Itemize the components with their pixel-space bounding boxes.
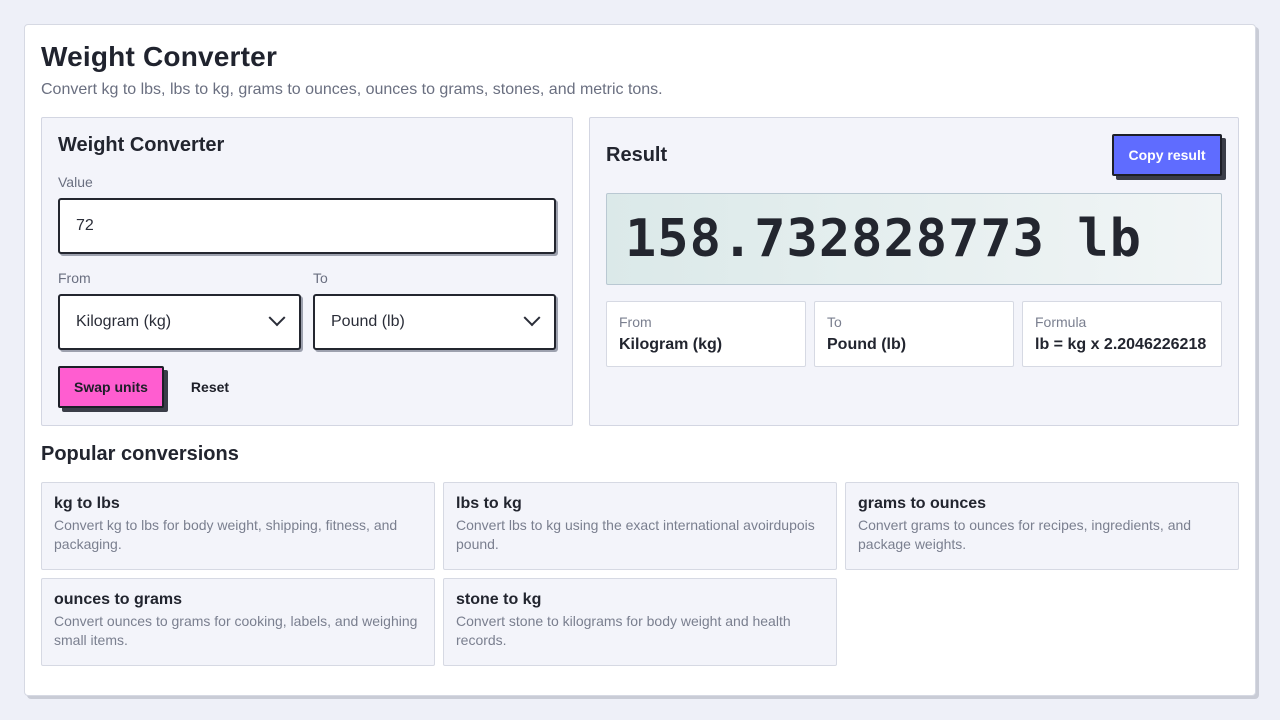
value-label: Value xyxy=(58,174,93,190)
popular-item-desc: Convert grams to ounces for recipes, ing… xyxy=(858,517,1192,552)
popular-item-grams-to-ounces[interactable]: grams to ounces Convert grams to ounces … xyxy=(845,482,1239,570)
converter-title: Weight Converter xyxy=(58,134,225,156)
result-to-label: To xyxy=(827,314,842,330)
converter-panel: Weight Converter Value 72 From Kilogram … xyxy=(41,117,573,426)
popular-item-ounces-to-grams[interactable]: ounces to grams Convert ounces to grams … xyxy=(41,578,435,666)
popular-item-title: lbs to kg xyxy=(456,495,522,512)
popular-item-kg-to-lbs[interactable]: kg to lbs Convert kg to lbs for body wei… xyxy=(41,482,435,570)
result-panel: Result Copy result 158.732828773 lb From… xyxy=(589,117,1239,426)
to-label: To xyxy=(313,270,328,286)
from-label: From xyxy=(58,270,91,286)
result-from-value: Kilogram (kg) xyxy=(619,336,723,353)
page-title: Weight Converter xyxy=(41,41,278,72)
popular-conversions-heading: Popular conversions xyxy=(41,443,239,465)
weight-converter-card: Weight Converter Convert kg to lbs, lbs … xyxy=(24,24,1256,696)
swap-units-button[interactable]: Swap units xyxy=(58,366,164,408)
value-input-text: 72 xyxy=(76,217,94,234)
popular-item-desc: Convert ounces to grams for cooking, lab… xyxy=(54,613,418,648)
chevron-down-icon xyxy=(268,309,286,327)
from-unit-select[interactable]: Kilogram (kg) xyxy=(58,294,301,350)
result-formula-value: lb = kg x 2.2046226218 xyxy=(1035,336,1207,353)
chevron-down-icon xyxy=(523,309,541,327)
result-title: Result xyxy=(606,144,668,166)
result-display: 158.732828773 lb xyxy=(606,193,1222,285)
result-to-box: To Pound (lb) xyxy=(814,301,1014,367)
popular-item-desc: Convert lbs to kg using the exact intern… xyxy=(456,517,815,552)
popular-item-title: kg to lbs xyxy=(54,495,120,512)
to-unit-value: Pound (lb) xyxy=(331,313,405,330)
popular-item-title: stone to kg xyxy=(456,591,542,608)
from-unit-value: Kilogram (kg) xyxy=(76,313,172,330)
to-unit-select[interactable]: Pound (lb) xyxy=(313,294,556,350)
popular-item-lbs-to-kg[interactable]: lbs to kg Convert lbs to kg using the ex… xyxy=(443,482,837,570)
result-value: 158.732828773 lb xyxy=(625,209,1142,269)
popular-item-title: ounces to grams xyxy=(54,591,183,608)
copy-result-button[interactable]: Copy result xyxy=(1112,134,1222,176)
reset-button[interactable]: Reset xyxy=(176,366,244,408)
result-formula-label: Formula xyxy=(1035,314,1087,330)
popular-item-title: grams to ounces xyxy=(858,495,987,512)
popular-item-desc: Convert stone to kilograms for body weig… xyxy=(456,613,791,648)
popular-item-stone-to-kg[interactable]: stone to kg Convert stone to kilograms f… xyxy=(443,578,837,666)
result-from-label: From xyxy=(619,314,652,330)
value-input[interactable]: 72 xyxy=(58,198,556,254)
result-from-box: From Kilogram (kg) xyxy=(606,301,806,367)
popular-item-desc: Convert kg to lbs for body weight, shipp… xyxy=(54,517,398,552)
result-formula-box: Formula lb = kg x 2.2046226218 xyxy=(1022,301,1222,367)
page-subtitle: Convert kg to lbs, lbs to kg, grams to o… xyxy=(41,81,663,98)
result-to-value: Pound (lb) xyxy=(827,336,907,353)
